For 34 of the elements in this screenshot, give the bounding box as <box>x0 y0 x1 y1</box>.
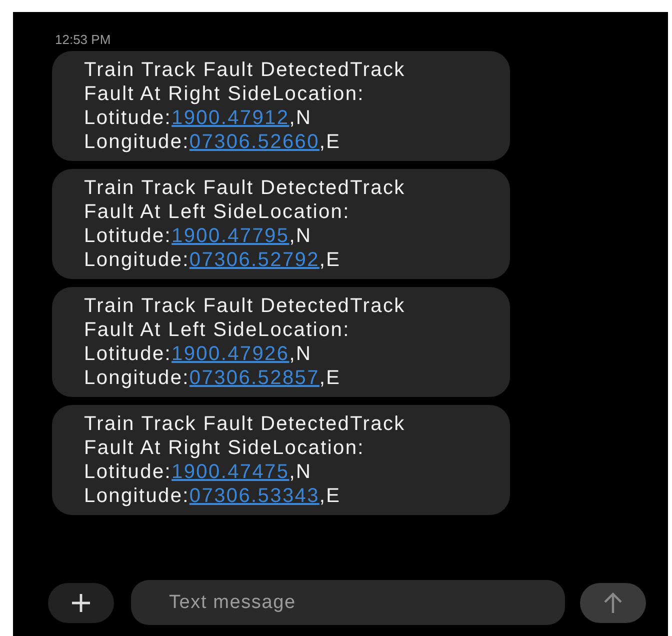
latitude-suffix: ,N <box>289 225 312 247</box>
latitude-label: Lotitude: <box>84 107 172 129</box>
longitude-suffix: ,E <box>319 249 341 271</box>
message-text: Train Track Fault DetectedTrack Fault At Right SideLocation: <box>84 413 406 459</box>
longitude-label: Longitude: <box>84 249 190 271</box>
message-text: Train Track Fault DetectedTrack Fault At Left SideLocation: <box>84 177 406 223</box>
longitude-link[interactable]: 07306.52792 <box>189 249 320 271</box>
latitude-link[interactable]: 1900.47912 <box>172 107 290 129</box>
latitude-suffix: ,N <box>289 461 312 483</box>
latitude-suffix: ,N <box>289 107 312 129</box>
longitude-label: Longitude: <box>84 131 190 153</box>
longitude-label: Longitude: <box>84 367 190 389</box>
message-text: Train Track Fault DetectedTrack Fault At Right SideLocation: <box>84 59 406 105</box>
longitude-suffix: ,E <box>319 485 341 507</box>
longitude-link[interactable]: 07306.53343 <box>189 485 320 507</box>
latitude-label: Lotitude: <box>84 343 172 365</box>
message-text: Train Track Fault DetectedTrack Fault At Left SideLocation: <box>84 295 406 341</box>
message-input[interactable]: Text message <box>131 580 565 625</box>
longitude-link[interactable]: 07306.52660 <box>189 131 320 153</box>
longitude-link[interactable]: 07306.52857 <box>189 367 320 389</box>
latitude-link[interactable]: 1900.47475 <box>172 461 290 483</box>
latitude-label: Lotitude: <box>84 225 172 247</box>
latitude-link[interactable]: 1900.47795 <box>172 225 290 247</box>
plus-icon <box>71 592 91 612</box>
send-button[interactable] <box>580 582 646 622</box>
arrow-up-icon <box>603 592 623 614</box>
latitude-link[interactable]: 1900.47926 <box>172 343 290 365</box>
timestamp: 12:53 PM <box>55 32 111 47</box>
add-button[interactable] <box>48 582 114 622</box>
longitude-suffix: ,E <box>319 367 341 389</box>
latitude-suffix: ,N <box>289 343 312 365</box>
latitude-label: Lotitude: <box>84 461 172 483</box>
longitude-label: Longitude: <box>84 485 190 507</box>
longitude-suffix: ,E <box>319 131 341 153</box>
